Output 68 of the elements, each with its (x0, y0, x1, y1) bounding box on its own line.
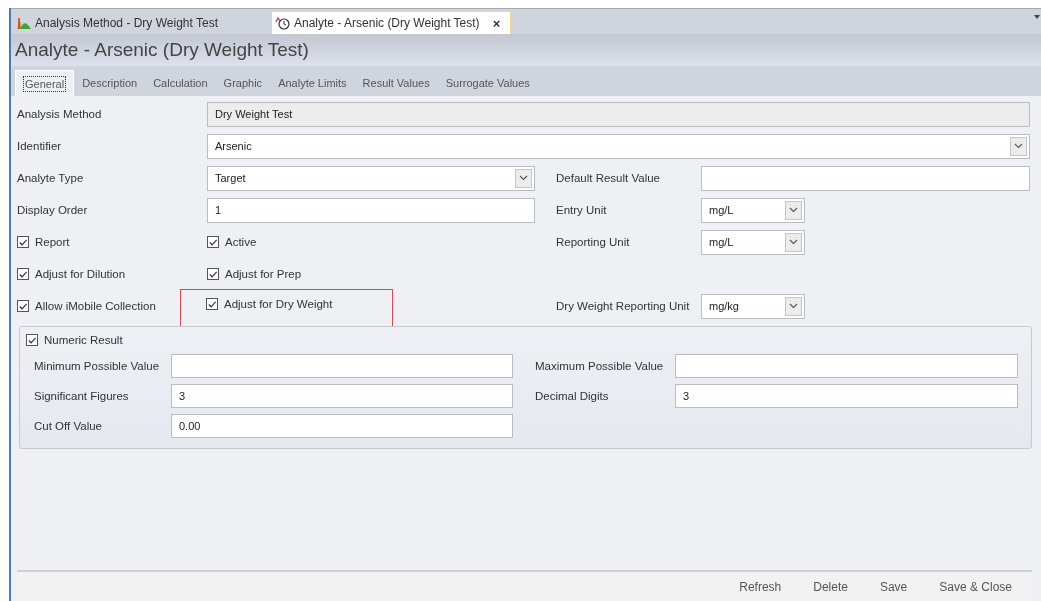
tab[interactable]: Analyte Limits (270, 70, 355, 96)
field-label: Decimal Digits (535, 390, 609, 402)
checkbox-label[interactable]: Adjust for Dry Weight (224, 298, 333, 310)
checkbox[interactable] (207, 268, 219, 280)
checkbox[interactable] (206, 298, 218, 310)
checkbox-label[interactable]: Adjust for Dilution (35, 268, 126, 280)
input-field[interactable]: 3 (171, 384, 513, 408)
page-title: Analyte - Arsenic (Dry Weight Test) (11, 34, 1041, 66)
caret-icon (789, 207, 798, 213)
document-tab[interactable]: Analyte - Arsenic (Dry Weight Test) × (271, 11, 512, 34)
checkbox[interactable] (17, 236, 29, 248)
dropdown-button[interactable] (1010, 136, 1027, 156)
dropdown-arrow-icon[interactable] (1034, 15, 1040, 19)
input-field[interactable]: 3 (675, 384, 1018, 408)
stopwatch-icon (275, 16, 291, 30)
dropdown-field[interactable]: Arsenic (207, 133, 1030, 159)
checkbox[interactable] (17, 300, 29, 312)
close-button[interactable]: × (492, 15, 501, 31)
dropdown-field[interactable]: Target (207, 165, 535, 191)
field-label: Analyte Type (17, 172, 84, 184)
chart-icon (16, 15, 32, 30)
field-label: Entry Unit (556, 204, 607, 216)
checkbox[interactable] (26, 334, 38, 346)
caret-icon (519, 175, 528, 181)
dropdown-field[interactable]: mg/L (701, 229, 805, 255)
field-label: Minimum Possible Value (34, 360, 160, 372)
field-label: Reporting Unit (556, 236, 630, 248)
checkbox-label[interactable]: Numeric Result (44, 334, 123, 346)
field-label: Analysis Method (17, 108, 102, 120)
field-label: Default Result Value (556, 172, 660, 184)
input-field[interactable]: 1 (207, 197, 535, 223)
dropdown-button[interactable] (785, 200, 802, 220)
dropdown-button[interactable] (785, 232, 802, 252)
input-field[interactable]: 0.00 (171, 414, 513, 438)
dropdown-field[interactable]: mg/kg (701, 293, 805, 319)
tab[interactable]: General (15, 70, 75, 96)
checkbox[interactable] (17, 268, 29, 280)
caret-icon (789, 239, 798, 245)
tab[interactable]: Description (74, 70, 146, 96)
checkbox[interactable] (207, 236, 219, 248)
field-label: Dry Weight Reporting Unit (556, 300, 690, 312)
tab[interactable]: Surrogate Values (437, 70, 538, 96)
field-label: Significant Figures (34, 390, 129, 402)
footer-button[interactable]: Refresh (725, 579, 796, 594)
field-label: Display Order (17, 204, 88, 216)
document-tab[interactable]: Analysis Method - Dry Weight Test (13, 11, 243, 34)
caret-icon (1014, 143, 1023, 149)
dropdown-button[interactable] (515, 168, 532, 188)
footer-button[interactable]: Delete (799, 579, 862, 594)
tab[interactable]: Result Values (354, 70, 438, 96)
checkbox-label[interactable]: Allow iMobile Collection (35, 300, 156, 312)
tab[interactable]: Calculation (145, 70, 216, 96)
input-field[interactable] (701, 165, 1030, 191)
field-label: Cut Off Value (34, 420, 102, 432)
tab[interactable]: Graphic (215, 70, 271, 96)
checkbox-label[interactable]: Adjust for Prep (225, 268, 302, 280)
checkbox-label[interactable]: Report (35, 236, 70, 248)
footer-button[interactable]: Save (865, 579, 922, 594)
dropdown-field[interactable]: mg/L (701, 197, 805, 223)
field-label: Identifier (17, 140, 62, 152)
checkbox-label[interactable]: Active (225, 236, 257, 248)
input-field[interactable]: Dry Weight Test (207, 101, 1030, 127)
field-label: Maximum Possible Value (535, 360, 664, 372)
input-field[interactable] (675, 354, 1018, 378)
input-field[interactable] (171, 354, 513, 378)
caret-icon (789, 303, 798, 309)
footer-button[interactable]: Save & Close (925, 579, 1026, 594)
dropdown-button[interactable] (785, 296, 802, 316)
